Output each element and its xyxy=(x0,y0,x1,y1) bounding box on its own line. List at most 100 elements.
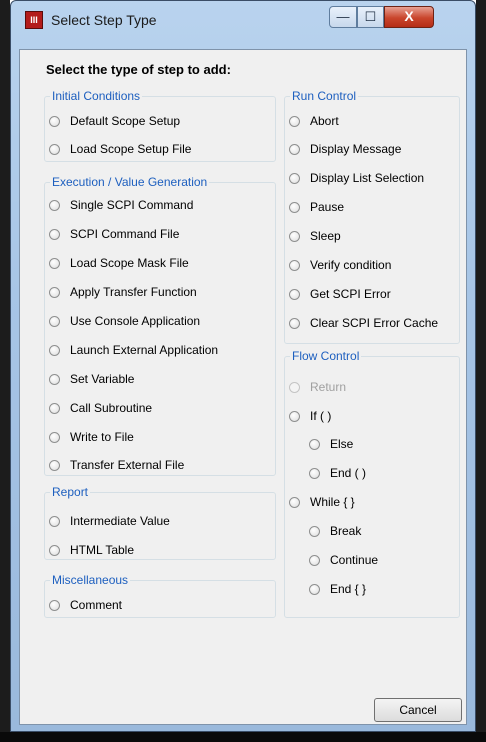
radio-intermediate-value[interactable]: Intermediate Value xyxy=(49,512,170,530)
radio-default-scope-setup[interactable]: Default Scope Setup xyxy=(49,112,180,130)
dialog-client-area: Select the type of step to add: Initial … xyxy=(19,49,467,725)
radio-label: Display List Selection xyxy=(310,171,425,185)
radio-button[interactable] xyxy=(49,373,60,385)
dialog-heading: Select the type of step to add: xyxy=(46,62,231,77)
radio-if[interactable]: If ( ) xyxy=(289,407,331,425)
radio-get-scpi-error[interactable]: Get SCPI Error xyxy=(289,285,391,303)
radio-label: Default Scope Setup xyxy=(70,114,181,128)
radio-transfer-external-file[interactable]: Transfer External File xyxy=(49,456,184,474)
radio-button[interactable] xyxy=(49,199,60,211)
radio-label: Transfer External File xyxy=(70,458,185,472)
radio-end-if[interactable]: End ( ) xyxy=(309,464,366,482)
radio-abort[interactable]: Abort xyxy=(289,112,339,130)
radio-button[interactable] xyxy=(309,438,320,450)
radio-use-console-application[interactable]: Use Console Application xyxy=(49,312,200,330)
radio-label: Display Message xyxy=(310,142,402,156)
radio-label: End ( ) xyxy=(330,466,367,480)
radio-else[interactable]: Else xyxy=(309,435,353,453)
title-bar[interactable]: III Select Step Type — ☐ X xyxy=(11,1,475,49)
radio-comment[interactable]: Comment xyxy=(49,596,122,614)
radio-button[interactable] xyxy=(309,554,320,566)
group-title-flow-control: Flow Control xyxy=(290,349,362,363)
radio-label: Load Scope Mask File xyxy=(70,256,189,270)
window-title: Select Step Type xyxy=(51,12,157,28)
radio-button[interactable] xyxy=(289,172,300,184)
radio-button[interactable] xyxy=(289,201,300,213)
radio-end-while[interactable]: End { } xyxy=(309,580,366,598)
radio-button[interactable] xyxy=(49,257,60,269)
radio-label: Break xyxy=(330,524,362,538)
radio-verify-condition[interactable]: Verify condition xyxy=(289,256,391,274)
radio-button[interactable] xyxy=(289,143,300,155)
radio-button[interactable] xyxy=(289,410,300,422)
radio-display-message[interactable]: Display Message xyxy=(289,140,401,158)
radio-button[interactable] xyxy=(289,230,300,242)
radio-label: Abort xyxy=(310,114,339,128)
radio-button[interactable] xyxy=(49,228,60,240)
radio-label: Continue xyxy=(330,553,379,567)
radio-launch-external-application[interactable]: Launch External Application xyxy=(49,341,218,359)
radio-load-scope-setup-file[interactable]: Load Scope Setup File xyxy=(49,140,191,158)
radio-label: HTML Table xyxy=(70,543,135,557)
radio-button[interactable] xyxy=(49,402,60,414)
group-title-initial-conditions: Initial Conditions xyxy=(50,89,143,103)
radio-continue[interactable]: Continue xyxy=(309,551,378,569)
radio-while[interactable]: While { } xyxy=(289,493,355,511)
radio-button[interactable] xyxy=(289,259,300,271)
radio-button[interactable] xyxy=(49,286,60,298)
radio-apply-transfer-function[interactable]: Apply Transfer Function xyxy=(49,283,197,301)
radio-button[interactable] xyxy=(309,583,320,595)
radio-label: If ( ) xyxy=(310,409,332,423)
radio-label: SCPI Command File xyxy=(70,227,180,241)
radio-button[interactable] xyxy=(289,317,300,329)
radio-break[interactable]: Break xyxy=(309,522,361,540)
radio-scpi-command-file[interactable]: SCPI Command File xyxy=(49,225,179,243)
group-title-miscellaneous: Miscellaneous xyxy=(50,573,131,587)
radio-button[interactable] xyxy=(49,599,60,611)
radio-label: Single SCPI Command xyxy=(70,198,194,212)
radio-sleep[interactable]: Sleep xyxy=(289,227,341,245)
radio-set-variable[interactable]: Set Variable xyxy=(49,370,134,388)
backdrop-left xyxy=(0,0,10,742)
radio-button[interactable] xyxy=(49,515,60,527)
radio-write-to-file[interactable]: Write to File xyxy=(49,428,134,446)
radio-button[interactable] xyxy=(49,459,60,471)
radio-call-subroutine[interactable]: Call Subroutine xyxy=(49,399,152,417)
radio-label: Clear SCPI Error Cache xyxy=(310,316,439,330)
group-title-report: Report xyxy=(50,485,91,499)
radio-label: Pause xyxy=(310,200,345,214)
radio-single-scpi-command[interactable]: Single SCPI Command xyxy=(49,196,193,214)
radio-button[interactable] xyxy=(289,288,300,300)
radio-button[interactable] xyxy=(49,115,60,127)
backdrop-bottom xyxy=(0,732,486,742)
radio-button[interactable] xyxy=(309,467,320,479)
radio-button[interactable] xyxy=(49,431,60,443)
radio-button[interactable] xyxy=(289,496,300,508)
minimize-button[interactable]: — xyxy=(329,6,357,28)
radio-label: While { } xyxy=(310,495,355,509)
radio-label: Else xyxy=(330,437,354,451)
radio-button[interactable] xyxy=(49,315,60,327)
radio-clear-scpi-error-cache[interactable]: Clear SCPI Error Cache xyxy=(289,314,438,332)
group-run-control: Run Control xyxy=(284,89,460,344)
radio-button[interactable] xyxy=(49,143,60,155)
radio-button[interactable] xyxy=(309,525,320,537)
radio-label: Load Scope Setup File xyxy=(70,142,192,156)
radio-button[interactable] xyxy=(289,115,300,127)
radio-html-table[interactable]: HTML Table xyxy=(49,541,134,559)
radio-label: Write to File xyxy=(70,430,134,444)
maximize-button[interactable]: ☐ xyxy=(357,6,384,28)
cancel-button[interactable]: Cancel xyxy=(374,698,462,722)
radio-pause[interactable]: Pause xyxy=(289,198,344,216)
radio-button[interactable] xyxy=(49,544,60,556)
radio-button[interactable] xyxy=(49,344,60,356)
radio-label: End { } xyxy=(330,582,367,596)
close-button[interactable]: X xyxy=(384,6,434,28)
select-step-type-dialog: III Select Step Type — ☐ X Select the ty… xyxy=(10,0,476,732)
backdrop-right xyxy=(476,0,486,742)
radio-return: Return xyxy=(289,378,346,396)
radio-label: Launch External Application xyxy=(70,343,219,357)
radio-label: Use Console Application xyxy=(70,314,201,328)
radio-display-list-selection[interactable]: Display List Selection xyxy=(289,169,424,187)
radio-load-scope-mask-file[interactable]: Load Scope Mask File xyxy=(49,254,189,272)
